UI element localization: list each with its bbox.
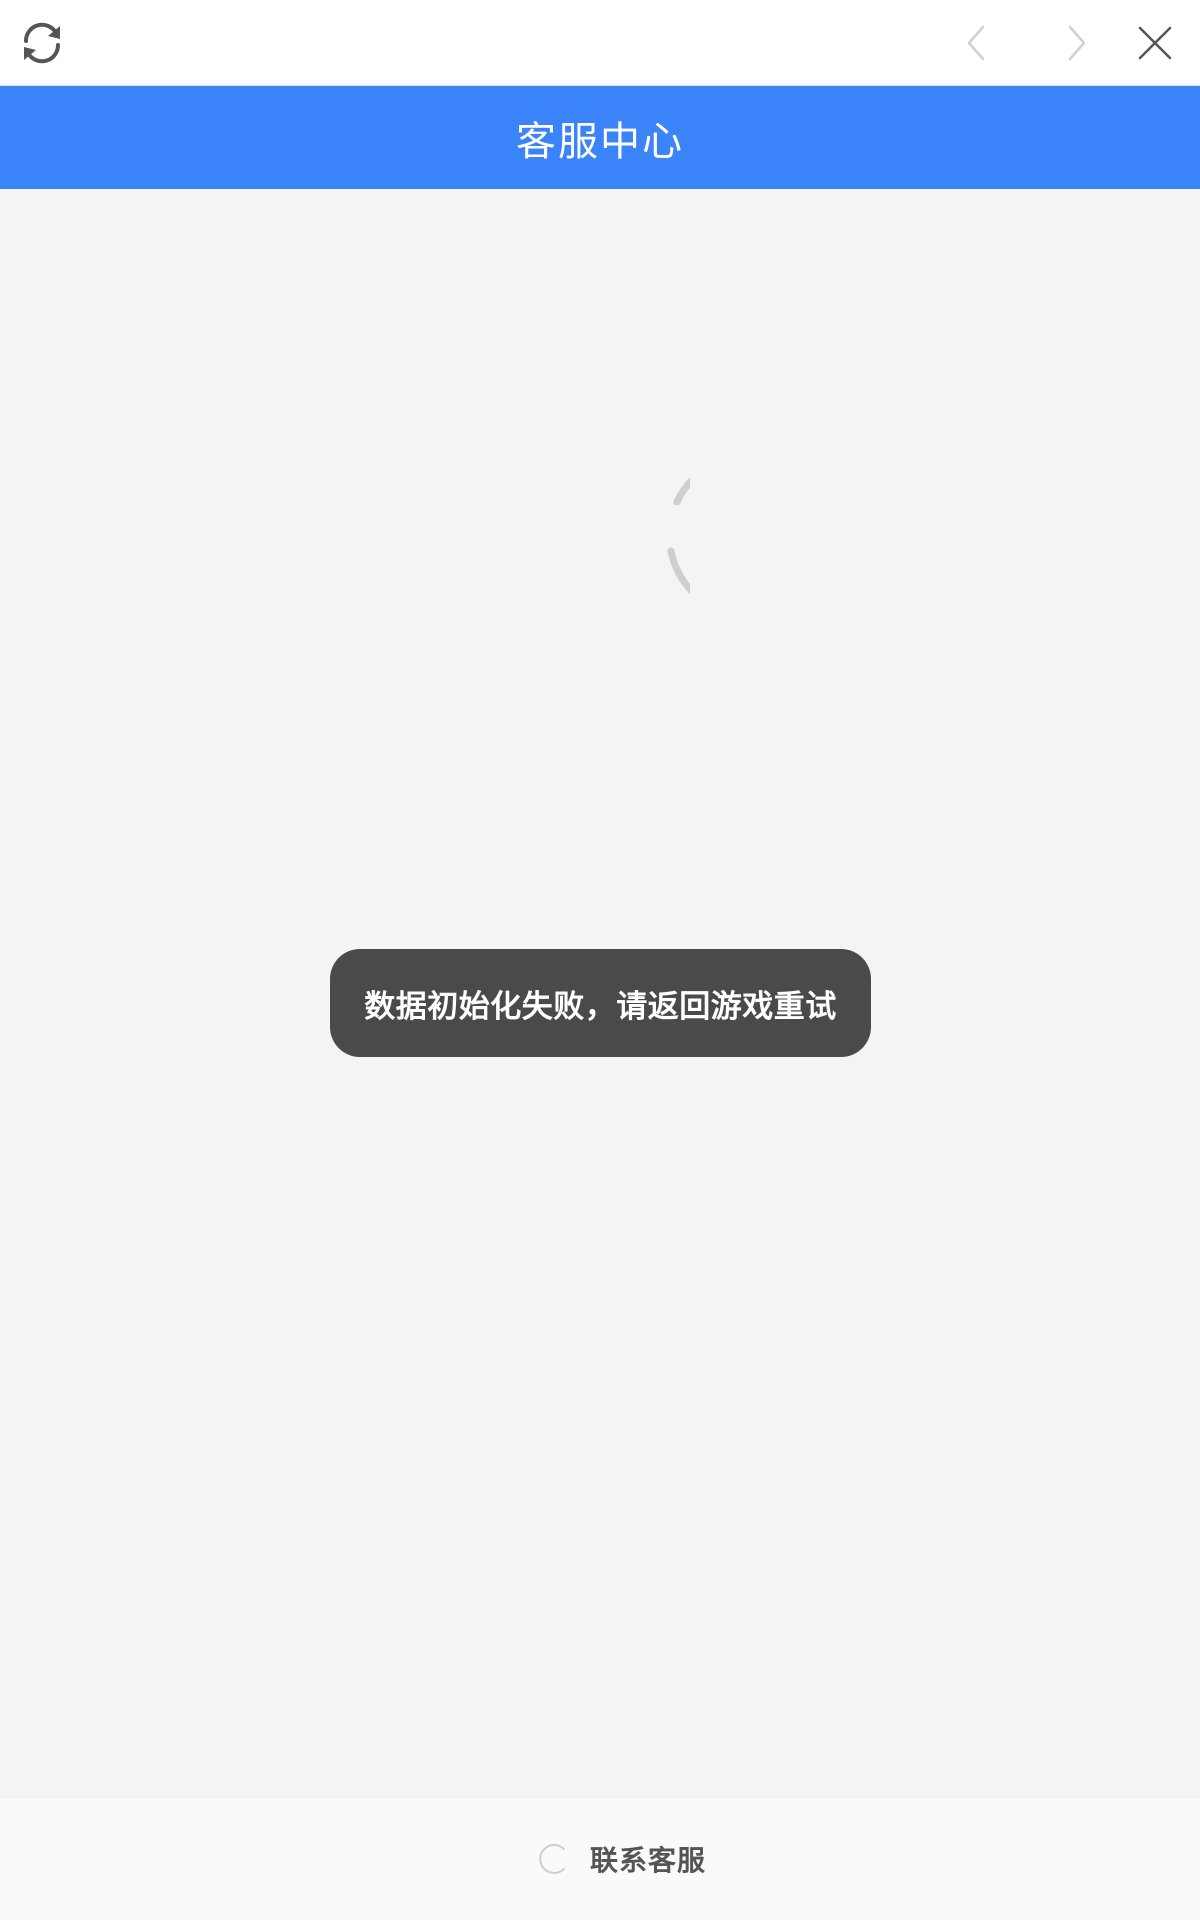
page-title: 客服中心 bbox=[516, 118, 684, 165]
loading-spinner-icon bbox=[667, 477, 690, 595]
contact-support-button[interactable]: 联系客服 bbox=[534, 1839, 706, 1879]
bottom-bar: 联系客服 bbox=[0, 1797, 1200, 1920]
contact-support-label: 联系客服 bbox=[589, 1844, 706, 1877]
refresh-icon bbox=[23, 22, 61, 64]
chevron-right-icon bbox=[1068, 25, 1086, 61]
loading-spinner-icon bbox=[539, 1844, 565, 1874]
close-icon bbox=[1138, 26, 1172, 60]
top-toolbar bbox=[0, 0, 1200, 86]
refresh-button[interactable] bbox=[12, 13, 72, 73]
page-header: 客服中心 bbox=[0, 86, 1200, 189]
toast-message: 数据初始化失败，请返回游戏重试 bbox=[364, 988, 837, 1025]
forward-button[interactable] bbox=[1046, 13, 1106, 73]
back-button[interactable] bbox=[947, 13, 1007, 73]
error-toast: 数据初始化失败，请返回游戏重试 bbox=[330, 949, 871, 1057]
chevron-left-icon bbox=[967, 25, 985, 61]
main-content: 数据初始化失败，请返回游戏重试 bbox=[0, 189, 1200, 1797]
close-button[interactable] bbox=[1125, 13, 1185, 73]
